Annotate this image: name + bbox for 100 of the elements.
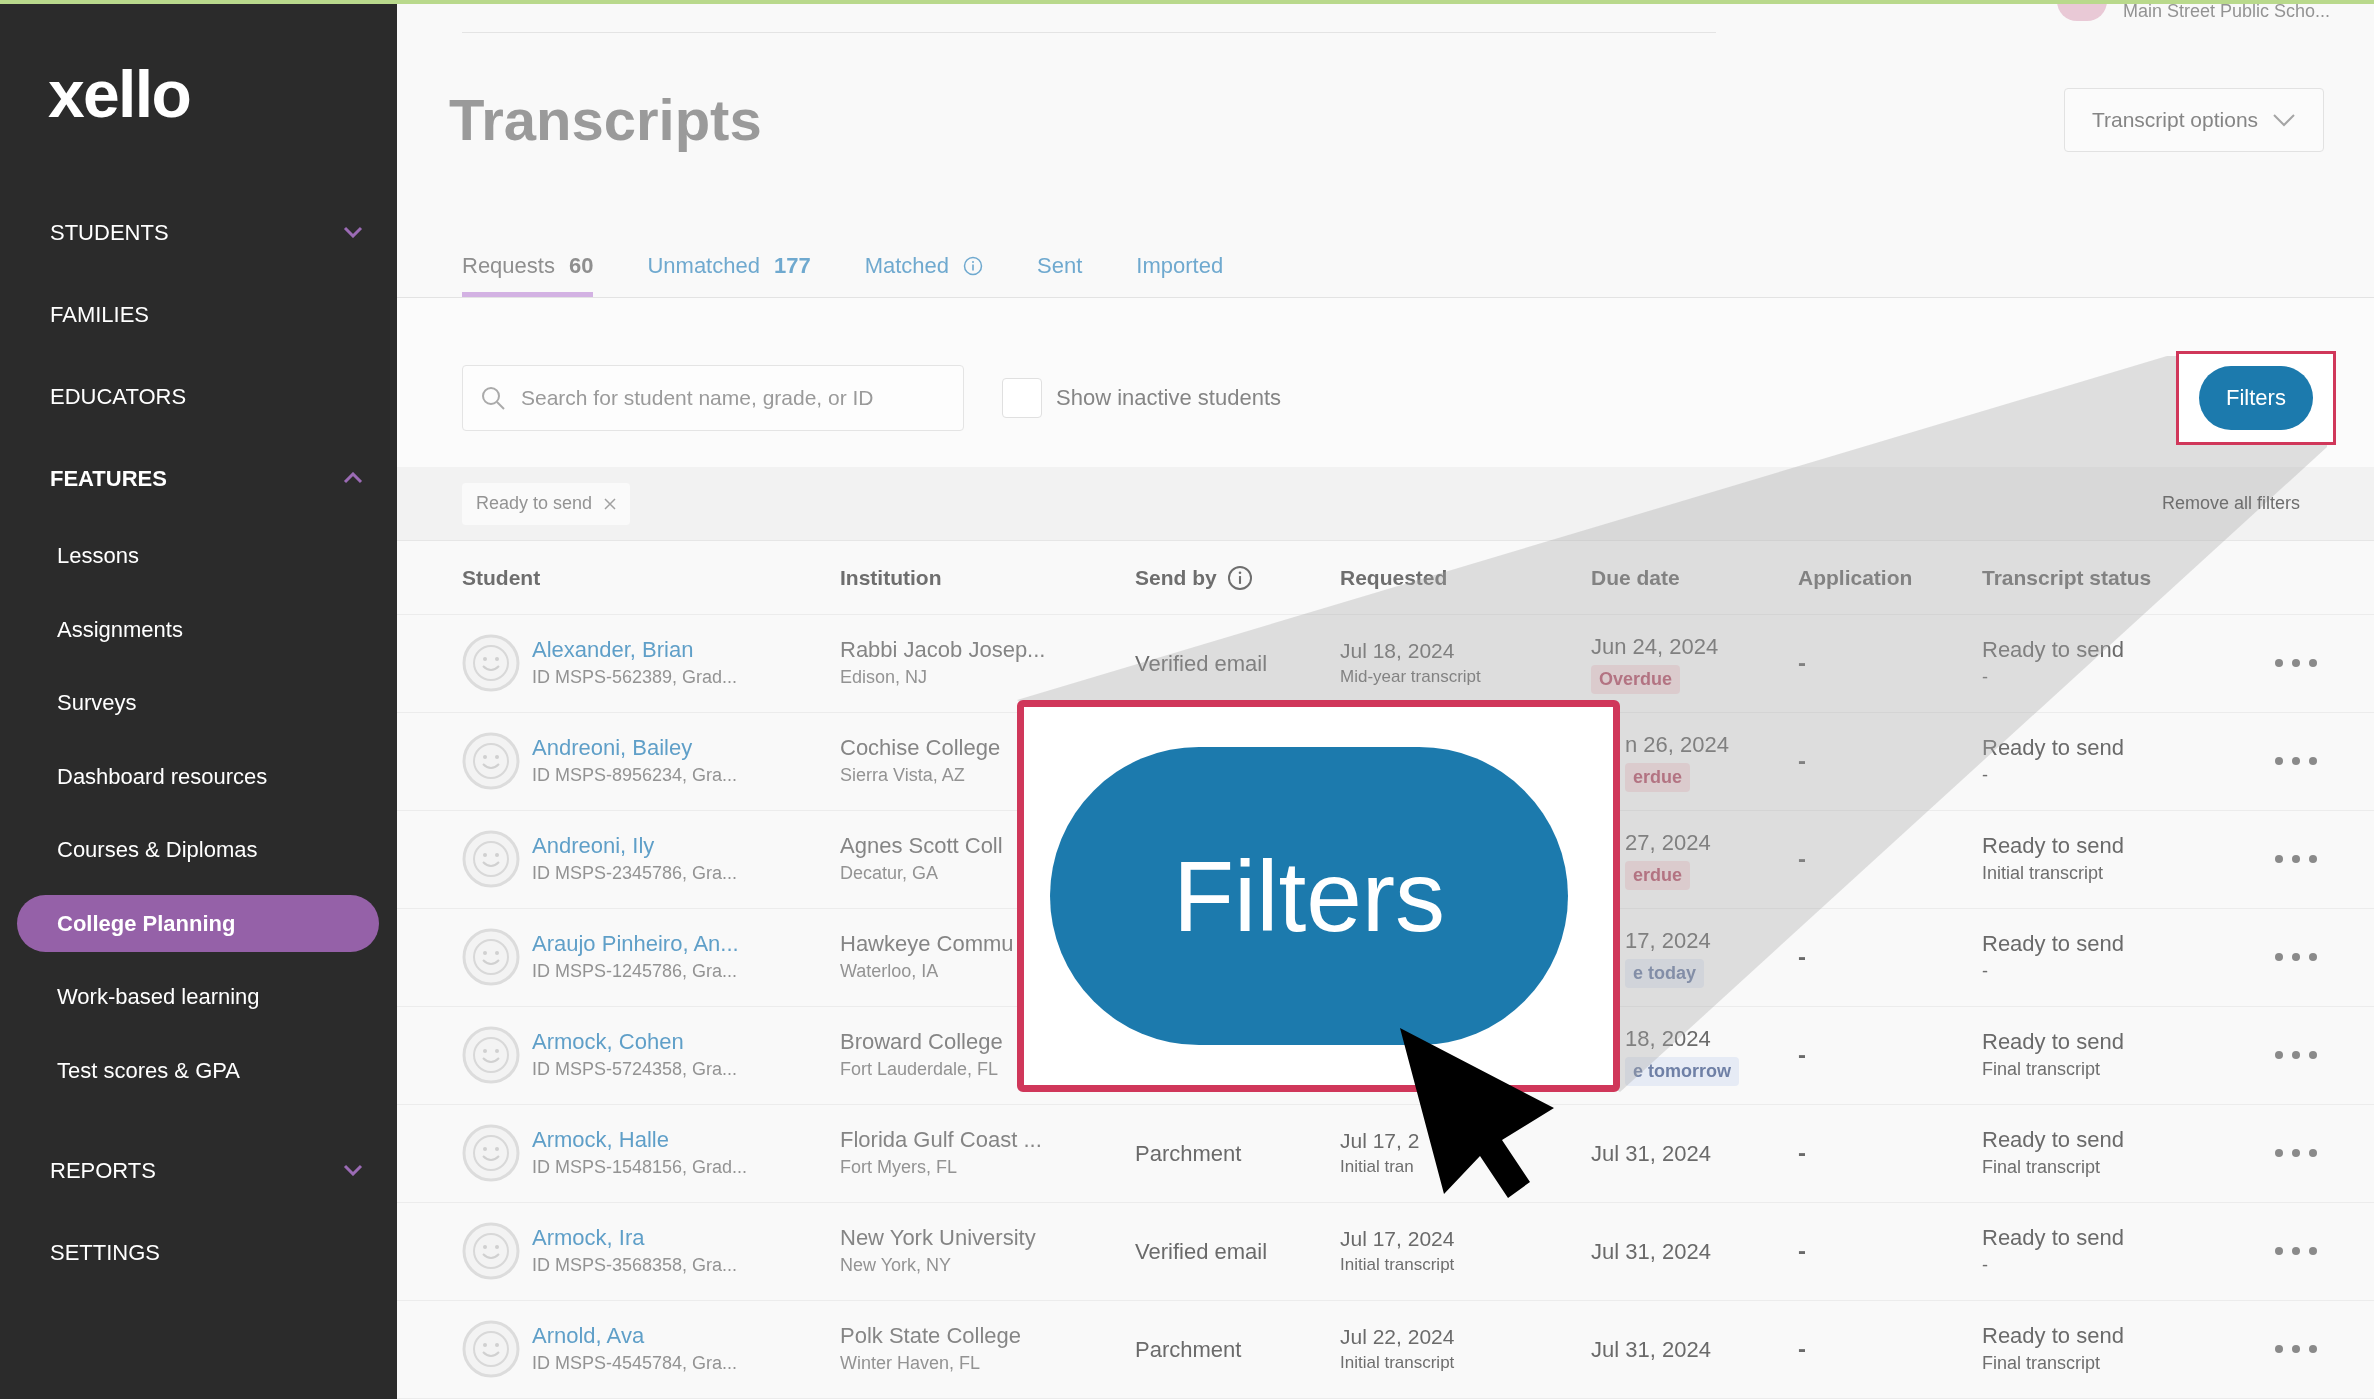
smiley-avatar-icon: [462, 732, 520, 791]
tab[interactable]: Sent: [1037, 239, 1083, 297]
transcript-type: Initial tran: [1340, 1155, 1415, 1178]
application-value: -: [1798, 1041, 1806, 1069]
due-date: n 26, 2024: [1625, 731, 1729, 759]
due-badge: e today: [1625, 958, 1705, 988]
more-icon[interactable]: [2274, 658, 2318, 669]
column-header: Send by: [1135, 564, 1217, 591]
logo: xello: [48, 61, 191, 127]
status-note: Final transcript: [1982, 1155, 2102, 1179]
transcript-status: Ready to send: [1982, 1224, 2125, 1252]
institution-name: Rabbi Jacob Josep...: [840, 636, 1047, 664]
transcript-status: Ready to send: [1982, 930, 2125, 958]
requested-date: Jul 17, 2024: [1340, 1225, 1456, 1252]
institution-location: Edison, NJ: [840, 665, 929, 689]
nav-item[interactable]: Test scores & GPA: [17, 1041, 379, 1099]
student-id: ID MSPS-3568358, Gra...: [532, 1253, 738, 1277]
nav-item[interactable]: Courses & Diplomas: [17, 821, 379, 879]
status-note: -: [1982, 763, 1989, 787]
student-name-link[interactable]: Armock, Halle: [532, 1126, 748, 1154]
student-name-link[interactable]: Armock, Ira: [532, 1224, 738, 1252]
chevron-icon: [343, 472, 363, 484]
nav-section[interactable]: EDUCATORS: [0, 355, 397, 437]
more-icon[interactable]: [2274, 854, 2318, 865]
column-header: Institution: [840, 564, 942, 591]
nav-section[interactable]: REPORTS: [0, 1129, 397, 1211]
application-value: -: [1798, 747, 1806, 775]
due-date: Jul 31, 2024: [1591, 1237, 1711, 1266]
institution-location: Decatur, GA: [840, 861, 940, 885]
nav-item[interactable]: Assignments: [17, 600, 379, 658]
application-value: -: [1798, 845, 1806, 873]
student-name-link[interactable]: Armock, Cohen: [532, 1028, 738, 1056]
due-date: 17, 2024: [1625, 927, 1711, 955]
chevron-icon: [2272, 113, 2297, 127]
more-icon[interactable]: [2274, 1246, 2318, 1257]
checkbox[interactable]: [1002, 377, 1042, 418]
column-header: Requested: [1340, 564, 1448, 591]
due-badge: erdue: [1625, 762, 1691, 792]
student-name-link[interactable]: Andreoni, Ily: [532, 832, 738, 860]
institution-name: Florida Gulf Coast ...: [840, 1126, 1043, 1154]
institution-name: Broward College: [840, 1028, 1004, 1056]
status-note: Final transcript: [1982, 1057, 2102, 1081]
student-id: ID MSPS-562389, Grad...: [532, 665, 738, 689]
due-date: 27, 2024: [1625, 829, 1711, 857]
transcript-options-button[interactable]: Transcript options: [2064, 88, 2324, 152]
column-header: Student: [462, 564, 541, 591]
nav-item[interactable]: Surveys: [17, 674, 379, 732]
smiley-avatar-icon: [462, 634, 520, 693]
student-id: ID MSPS-1548156, Grad...: [532, 1155, 748, 1179]
transcript-status: Ready to send: [1982, 734, 2125, 762]
institution-name: Polk State College: [840, 1322, 1022, 1350]
application-value: -: [1798, 943, 1806, 971]
institution-name: Cochise College: [840, 734, 1002, 762]
more-icon[interactable]: [2274, 1344, 2318, 1355]
student-name-link[interactable]: Alexander, Brian: [532, 636, 738, 664]
filters-button[interactable]: Filters: [2199, 365, 2313, 430]
institution-name: Hawkeye Commu: [840, 930, 1015, 958]
nav-section[interactable]: SETTINGS: [0, 1211, 397, 1293]
send-method: Parchment: [1135, 1141, 1242, 1166]
chevron-icon: [343, 1164, 363, 1176]
student-name-link[interactable]: Araujo Pinheiro, An...: [532, 930, 739, 958]
nav-item[interactable]: Work-based learning: [17, 968, 379, 1026]
more-icon[interactable]: [2274, 1050, 2318, 1061]
remove-all-link[interactable]: Remove all filters: [2161, 490, 2300, 518]
send-method: Verified email: [1135, 651, 1268, 676]
due-badge: erdue: [1625, 860, 1691, 890]
institution-location: Waterloo, IA: [840, 959, 940, 983]
application-value: -: [1798, 1237, 1806, 1265]
student-name-link[interactable]: Arnold, Ava: [532, 1322, 738, 1350]
nav-item[interactable]: College Planning: [17, 894, 379, 952]
application-value: -: [1798, 1139, 1806, 1167]
institution-location: Sierra Vista, AZ: [840, 763, 966, 787]
send-method: Parchment: [1135, 1337, 1242, 1362]
tab-count: 60: [568, 252, 594, 280]
tab-count: 177: [773, 252, 811, 280]
institution-location: Fort Lauderdale, FL: [840, 1057, 1000, 1081]
nav-section[interactable]: FEATURES: [0, 437, 397, 519]
smiley-avatar-icon: [462, 1026, 520, 1085]
search-field[interactable]: Search for student name, grade, or ID: [462, 364, 964, 431]
more-icon[interactable]: [2274, 756, 2318, 767]
more-icon[interactable]: [2274, 952, 2318, 963]
student-id: ID MSPS-1245786, Gra...: [532, 959, 739, 983]
tab[interactable]: Imported: [1136, 239, 1224, 297]
filter-chip[interactable]: Ready to send: [462, 482, 631, 525]
due-date: 18, 2024: [1625, 1025, 1711, 1053]
more-icon[interactable]: [2274, 1148, 2318, 1159]
institution-location: New York, NY: [840, 1253, 953, 1277]
school-name: Main Street Public Scho...: [2122, 2, 2330, 20]
status-note: Final transcript: [1982, 1351, 2102, 1375]
nav-section[interactable]: FAMILIES: [0, 273, 397, 355]
nav-item[interactable]: Dashboard resources: [17, 747, 379, 805]
application-value: -: [1798, 649, 1806, 677]
tab[interactable]: Unmatched 177: [647, 239, 811, 297]
tab[interactable]: Matched: [864, 239, 984, 297]
student-name-link[interactable]: Andreoni, Bailey: [532, 734, 738, 762]
nav-item[interactable]: Lessons: [17, 527, 379, 585]
transcript-type: Mid-year transcript: [1340, 665, 1482, 688]
institution-location: Winter Haven, FL: [840, 1351, 982, 1375]
institution-name: New York University: [840, 1224, 1037, 1252]
nav-section[interactable]: STUDENTS: [0, 191, 397, 273]
